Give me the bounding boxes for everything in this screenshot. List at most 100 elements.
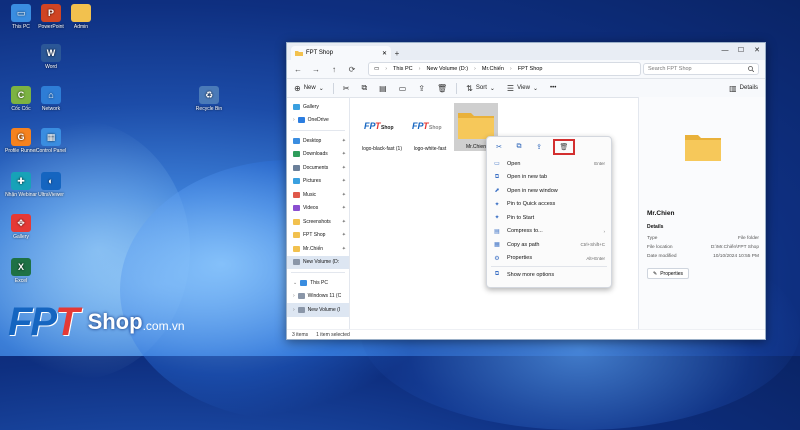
sidebar-item[interactable]: › OneDrive bbox=[287, 114, 349, 128]
sidebar-item[interactable]: Gallery bbox=[287, 100, 349, 114]
svg-text:Shop: Shop bbox=[429, 125, 442, 131]
cut-button[interactable]: ✂ bbox=[340, 82, 353, 94]
breadcrumb-this-pc[interactable]: This PC bbox=[393, 66, 413, 72]
refresh-button[interactable]: ⟳ bbox=[344, 62, 360, 76]
desktop-icon[interactable]: W Word bbox=[34, 44, 68, 70]
sidebar-item[interactable]: FPT Shop ✦ bbox=[287, 229, 349, 243]
menu-item-icon: ✦ bbox=[494, 201, 500, 208]
up-button[interactable]: ↑ bbox=[326, 62, 342, 76]
desktop-icon[interactable]: ▦ Control Panel bbox=[34, 128, 68, 154]
desktop-icon[interactable]: G Profile Runner bbox=[4, 128, 38, 154]
chevron-right-icon[interactable]: › bbox=[293, 117, 295, 123]
tab-close-icon[interactable]: ✕ bbox=[382, 50, 387, 57]
desktop-icon[interactable]: ▭ This PC bbox=[4, 4, 38, 30]
paste-button[interactable]: ▤ bbox=[376, 82, 390, 94]
delete-icon[interactable]: 🗑 bbox=[553, 139, 575, 155]
sidebar-item[interactable]: ⌄ This PC bbox=[287, 276, 349, 290]
details-pane-button[interactable]: ▥ Details bbox=[726, 82, 761, 94]
sidebar-item[interactable]: Mr.Chiến ✦ bbox=[287, 242, 349, 256]
sidebar-item[interactable]: Downloads ✦ bbox=[287, 148, 349, 162]
menu-item-label: Show more options bbox=[507, 271, 555, 278]
app-icon: W bbox=[41, 44, 61, 62]
menu-item[interactable]: ⧉ Show more options bbox=[487, 268, 611, 282]
desktop-icon[interactable]: X Excel bbox=[4, 258, 38, 284]
desktop-icon[interactable]: P PowerPoint bbox=[34, 4, 68, 30]
app-icon: ⌂ bbox=[41, 86, 61, 104]
menu-item[interactable]: ▭ Open Enter bbox=[487, 157, 611, 171]
chevron-right-icon[interactable]: ⌄ bbox=[293, 280, 297, 286]
file-item[interactable]: FP T Shop logo-black-fast (1) bbox=[360, 105, 404, 152]
ellipsis-icon: ••• bbox=[550, 85, 557, 91]
sidebar-item[interactable]: Music ✦ bbox=[287, 188, 349, 202]
file-item[interactable]: FP T Shop logo-white-fast bbox=[408, 105, 452, 152]
desktop-icon[interactable]: C Cốc Cốc bbox=[4, 86, 38, 112]
desktop-icon[interactable]: ♻ Recycle Bin bbox=[192, 86, 226, 112]
cut-icon[interactable]: ✂ bbox=[493, 141, 505, 153]
rename-button[interactable]: ▭ bbox=[396, 82, 410, 94]
menu-separator bbox=[491, 266, 607, 267]
menu-item-label: Pin to Start bbox=[507, 214, 535, 221]
properties-button[interactable]: ✎ Properties bbox=[647, 268, 689, 279]
pin-icon: ✦ bbox=[341, 191, 346, 198]
details-value: File folder bbox=[737, 236, 759, 241]
sidebar-item-label: New Volume (I bbox=[307, 306, 341, 313]
desktop-icon[interactable]: ◐ UltraViewer bbox=[34, 172, 68, 198]
menu-item[interactable]: ⧉ Open in new tab bbox=[487, 171, 611, 185]
more-options-button[interactable]: ••• bbox=[547, 82, 559, 94]
sidebar-item[interactable]: New Volume (D: bbox=[287, 255, 349, 269]
desktop-icon[interactable]: ✥ Gallery bbox=[4, 214, 38, 240]
copy-button[interactable]: ⧉ bbox=[358, 82, 370, 94]
close-button[interactable]: ✕ bbox=[749, 43, 765, 57]
menu-item[interactable]: ⚙ Properties Alt+Enter bbox=[487, 252, 611, 266]
view-button[interactable]: ☰ View ⌄ bbox=[504, 82, 541, 94]
pin-icon: ✦ bbox=[341, 178, 346, 185]
sidebar-item[interactable]: Documents ✦ bbox=[287, 161, 349, 175]
details-value: D:\Mr.Chiến\FPT Shop bbox=[710, 245, 759, 250]
chevron-right-icon[interactable]: › bbox=[293, 307, 295, 313]
context-quick-actions: ✂ ⧉ ⇪ 🗑 bbox=[487, 137, 611, 157]
maximize-button[interactable]: ☐ bbox=[733, 43, 749, 57]
app-icon bbox=[71, 4, 91, 22]
desktop-icon[interactable]: ✚ Nhận Webinar bbox=[4, 172, 38, 198]
minimize-button[interactable]: — bbox=[717, 43, 733, 57]
folder-icon bbox=[293, 164, 300, 171]
new-tab-button[interactable]: + bbox=[391, 46, 403, 60]
new-button[interactable]: ⊕ New ⌄ bbox=[291, 82, 327, 94]
sidebar-item[interactable]: › Windows 11 (C bbox=[287, 290, 349, 304]
back-button[interactable]: ← bbox=[290, 62, 306, 76]
sidebar-item[interactable]: Videos ✦ bbox=[287, 202, 349, 216]
share-button[interactable]: ⇪ bbox=[415, 82, 428, 94]
breadcrumb-fpt-shop[interactable]: FPT Shop bbox=[518, 66, 543, 72]
menu-item[interactable]: ▦ Copy as path Ctrl+Shift+C bbox=[487, 238, 611, 252]
delete-button[interactable]: 🗑 bbox=[434, 82, 450, 94]
desktop-icon[interactable]: ⌂ Network bbox=[34, 86, 68, 112]
sort-button[interactable]: ⇅ Sort ⌄ bbox=[463, 82, 498, 94]
file-name: logo-black-fast (1) bbox=[361, 146, 402, 152]
copy-icon[interactable]: ⧉ bbox=[513, 141, 525, 153]
share-icon[interactable]: ⇪ bbox=[533, 141, 545, 153]
chevron-right-icon[interactable]: › bbox=[293, 293, 295, 299]
menu-item[interactable]: ✦ Pin to Quick access bbox=[487, 198, 611, 212]
details-key: Type bbox=[647, 236, 658, 241]
menu-item[interactable]: ▤ Compress to... › bbox=[487, 225, 611, 239]
chevron-right-icon: › bbox=[509, 66, 512, 72]
sidebar-item[interactable]: › New Volume (I bbox=[287, 303, 349, 317]
forward-button[interactable]: → bbox=[308, 62, 324, 76]
desktop-icon[interactable]: Admin bbox=[64, 4, 98, 30]
breadcrumb-mr-chien[interactable]: Mr.Chiến bbox=[482, 66, 504, 72]
sidebar-item[interactable]: Desktop ✦ bbox=[287, 134, 349, 148]
search-input[interactable]: Search FPT Shop bbox=[643, 63, 759, 75]
sidebar-item[interactable]: Pictures ✦ bbox=[287, 175, 349, 189]
menu-item-icon: ▦ bbox=[494, 242, 500, 249]
menu-item[interactable]: ✦ Pin to Start bbox=[487, 211, 611, 225]
tab-fpt-shop[interactable]: FPT Shop ✕ bbox=[291, 46, 391, 60]
breadcrumb[interactable]: ▭ › This PC › New Volume (D:) › Mr.Chiến… bbox=[368, 62, 641, 76]
folder-icon bbox=[297, 293, 305, 300]
breadcrumb-new-volume[interactable]: New Volume (D:) bbox=[426, 66, 468, 72]
folder-icon bbox=[300, 279, 308, 286]
menu-item-label: Open in new tab bbox=[507, 174, 548, 181]
sidebar-item[interactable]: Screenshots ✦ bbox=[287, 215, 349, 229]
chevron-right-icon: › bbox=[418, 66, 421, 72]
logo-domain: .com.vn bbox=[142, 319, 185, 333]
menu-item[interactable]: ⬈ Open in new window bbox=[487, 184, 611, 198]
